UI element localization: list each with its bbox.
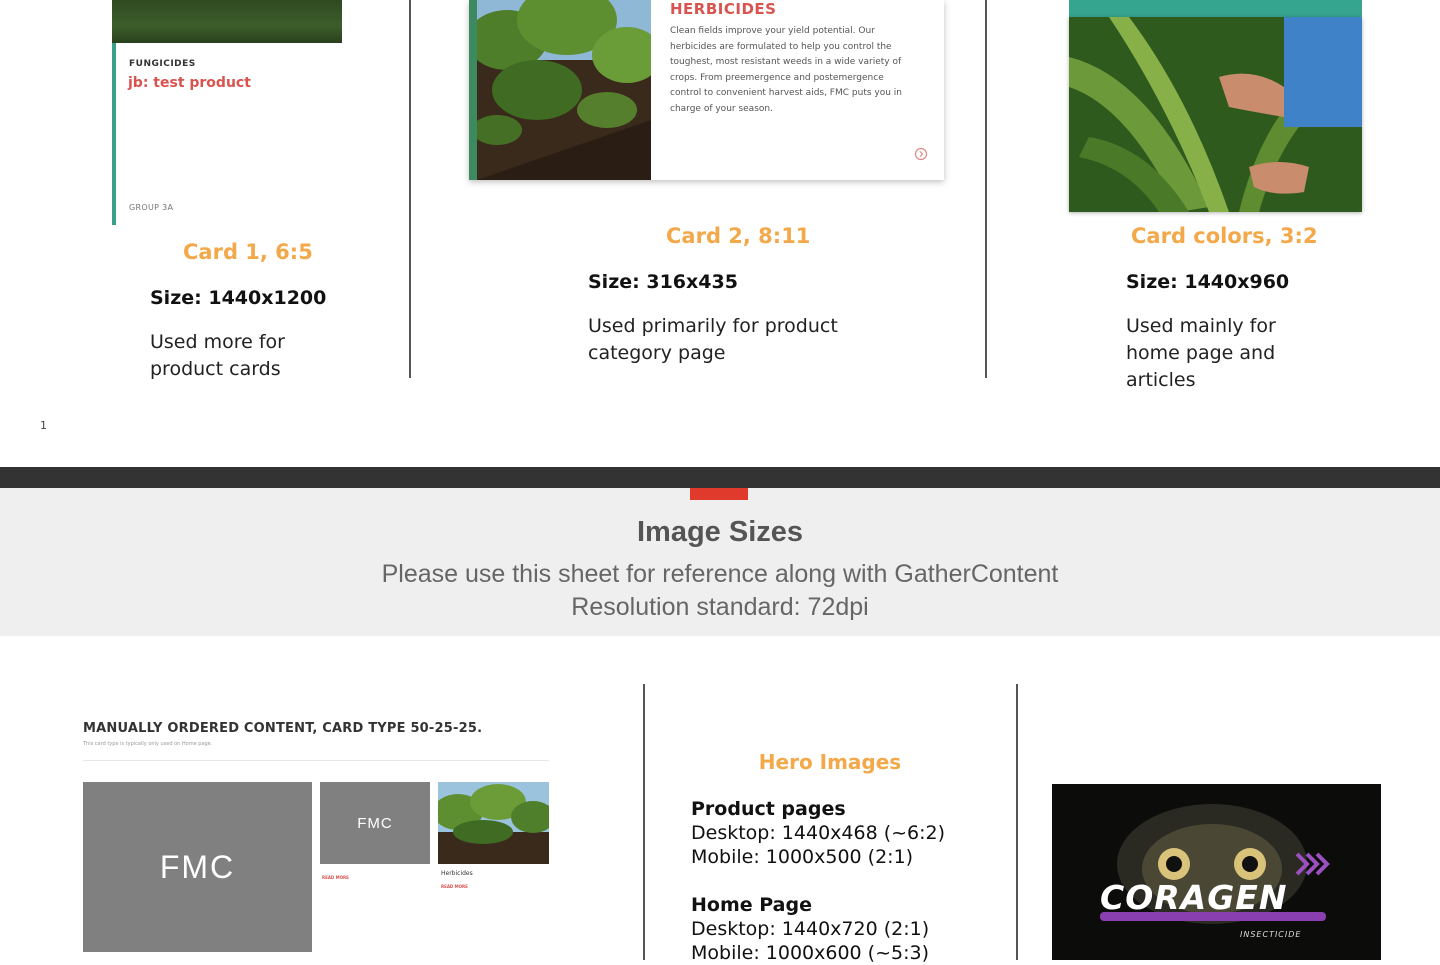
card3-color-band xyxy=(1069,0,1362,17)
card2-body-line: crops. From preemergence and postemergen… xyxy=(670,72,884,83)
page-separator xyxy=(0,467,1440,488)
column-divider xyxy=(985,0,987,378)
card2-body: Clean fields improve your yield potentia… xyxy=(670,24,920,117)
card2-accent-bar xyxy=(469,0,477,180)
read-more-link[interactable]: READ MORE xyxy=(322,875,349,880)
card3-size: Size: 1440x960 xyxy=(1126,271,1290,293)
card2-size: Size: 316x435 xyxy=(588,271,738,293)
card3-description: Used mainly for home page and articles xyxy=(1126,313,1276,394)
card1-accent-bar xyxy=(112,43,116,225)
hero-images-title: Hero Images xyxy=(758,750,902,774)
card1-category: FUNGICIDES xyxy=(129,59,196,69)
hero-size-line: Mobile: 1000x600 (~5:3) xyxy=(691,942,929,964)
hero-group-heading: Home Page xyxy=(691,894,812,916)
subtitle-line: Please use this sheet for reference alon… xyxy=(381,560,1059,588)
column-divider xyxy=(1016,684,1018,960)
card2-title: Card 2, 8:11 xyxy=(666,224,811,248)
hero-size-line: Mobile: 1000x500 (2:1) xyxy=(691,846,914,868)
hero-group-heading: Product pages xyxy=(691,798,846,820)
mini-category: Herbicides xyxy=(441,870,473,877)
card2-body-line: Clean fields improve your yield potentia… xyxy=(670,26,875,36)
card2-body-line: charge of your season. xyxy=(670,103,773,114)
card1-group-label: GROUP 3A xyxy=(129,203,174,212)
page-subtitle: Please use this sheet for reference alon… xyxy=(0,558,1440,624)
herbicides-thumbnail[interactable] xyxy=(438,782,549,864)
header-red-tab xyxy=(690,488,748,500)
mockup-subtitle: This card type is typically only used on… xyxy=(83,741,213,747)
card2-body-line: herbicides are formulated to help you co… xyxy=(670,41,892,52)
arrow-circle-icon[interactable] xyxy=(914,146,928,161)
column-divider xyxy=(409,0,411,378)
coragen-tagline: INSECTICIDE xyxy=(1240,930,1302,939)
hero-group-product: Product pages Desktop: 1440x468 (~6:2) M… xyxy=(691,797,945,869)
card1-desc-line: product cards xyxy=(150,358,281,380)
card1-product-name[interactable]: jb: test product xyxy=(128,75,251,91)
card2-body-line: toughest, most resistant weeds in a wide… xyxy=(670,57,902,67)
card3-desc-line: home page and xyxy=(1126,342,1276,364)
card2-desc-line: category page xyxy=(588,342,726,364)
fmc-logo-small[interactable]: FMC xyxy=(320,782,430,864)
hero-size-line: Desktop: 1440x468 (~6:2) xyxy=(691,822,946,844)
mockup-title: MANUALLY ORDERED CONTENT, CARD TYPE 50-2… xyxy=(83,721,483,736)
card1-desc-line: Used more for xyxy=(150,331,285,353)
coragen-brand: CORAGEN xyxy=(1100,878,1288,917)
column-divider xyxy=(643,684,645,960)
card1-product-image xyxy=(112,0,342,43)
card2-crop-image xyxy=(477,0,651,180)
card2-body-line: control to convenient harvest aids, FMC … xyxy=(670,88,902,98)
card2-heading: HERBICIDES xyxy=(670,0,777,18)
page-title: Image Sizes xyxy=(636,516,804,548)
card3-desc-line: Used mainly for xyxy=(1126,315,1276,337)
read-more-link[interactable]: READ MORE xyxy=(441,884,468,889)
hero-group-home: Home Page Desktop: 1440x720 (2:1) Mobile… xyxy=(691,893,929,965)
subtitle-line: Resolution standard: 72dpi xyxy=(571,593,869,621)
card1-size: Size: 1440x1200 xyxy=(150,287,327,309)
page-number: 1 xyxy=(40,419,47,432)
card3-desc-line: articles xyxy=(1126,369,1196,391)
mockup-divider xyxy=(83,760,549,761)
hero-size-line: Desktop: 1440x720 (2:1) xyxy=(691,918,930,940)
card1-title: Card 1, 6:5 xyxy=(183,240,313,264)
card3-title: Card colors, 3:2 xyxy=(1131,224,1318,248)
fmc-logo-large[interactable]: FMC xyxy=(83,782,312,952)
coragen-hero-image: CORAGEN INSECTICIDE xyxy=(1052,784,1381,960)
card2-desc-line: Used primarily for product xyxy=(588,315,838,337)
card3-corn-image xyxy=(1069,17,1362,212)
card1-description: Used more for product cards xyxy=(150,329,285,383)
card2-description: Used primarily for product category page xyxy=(588,313,838,367)
